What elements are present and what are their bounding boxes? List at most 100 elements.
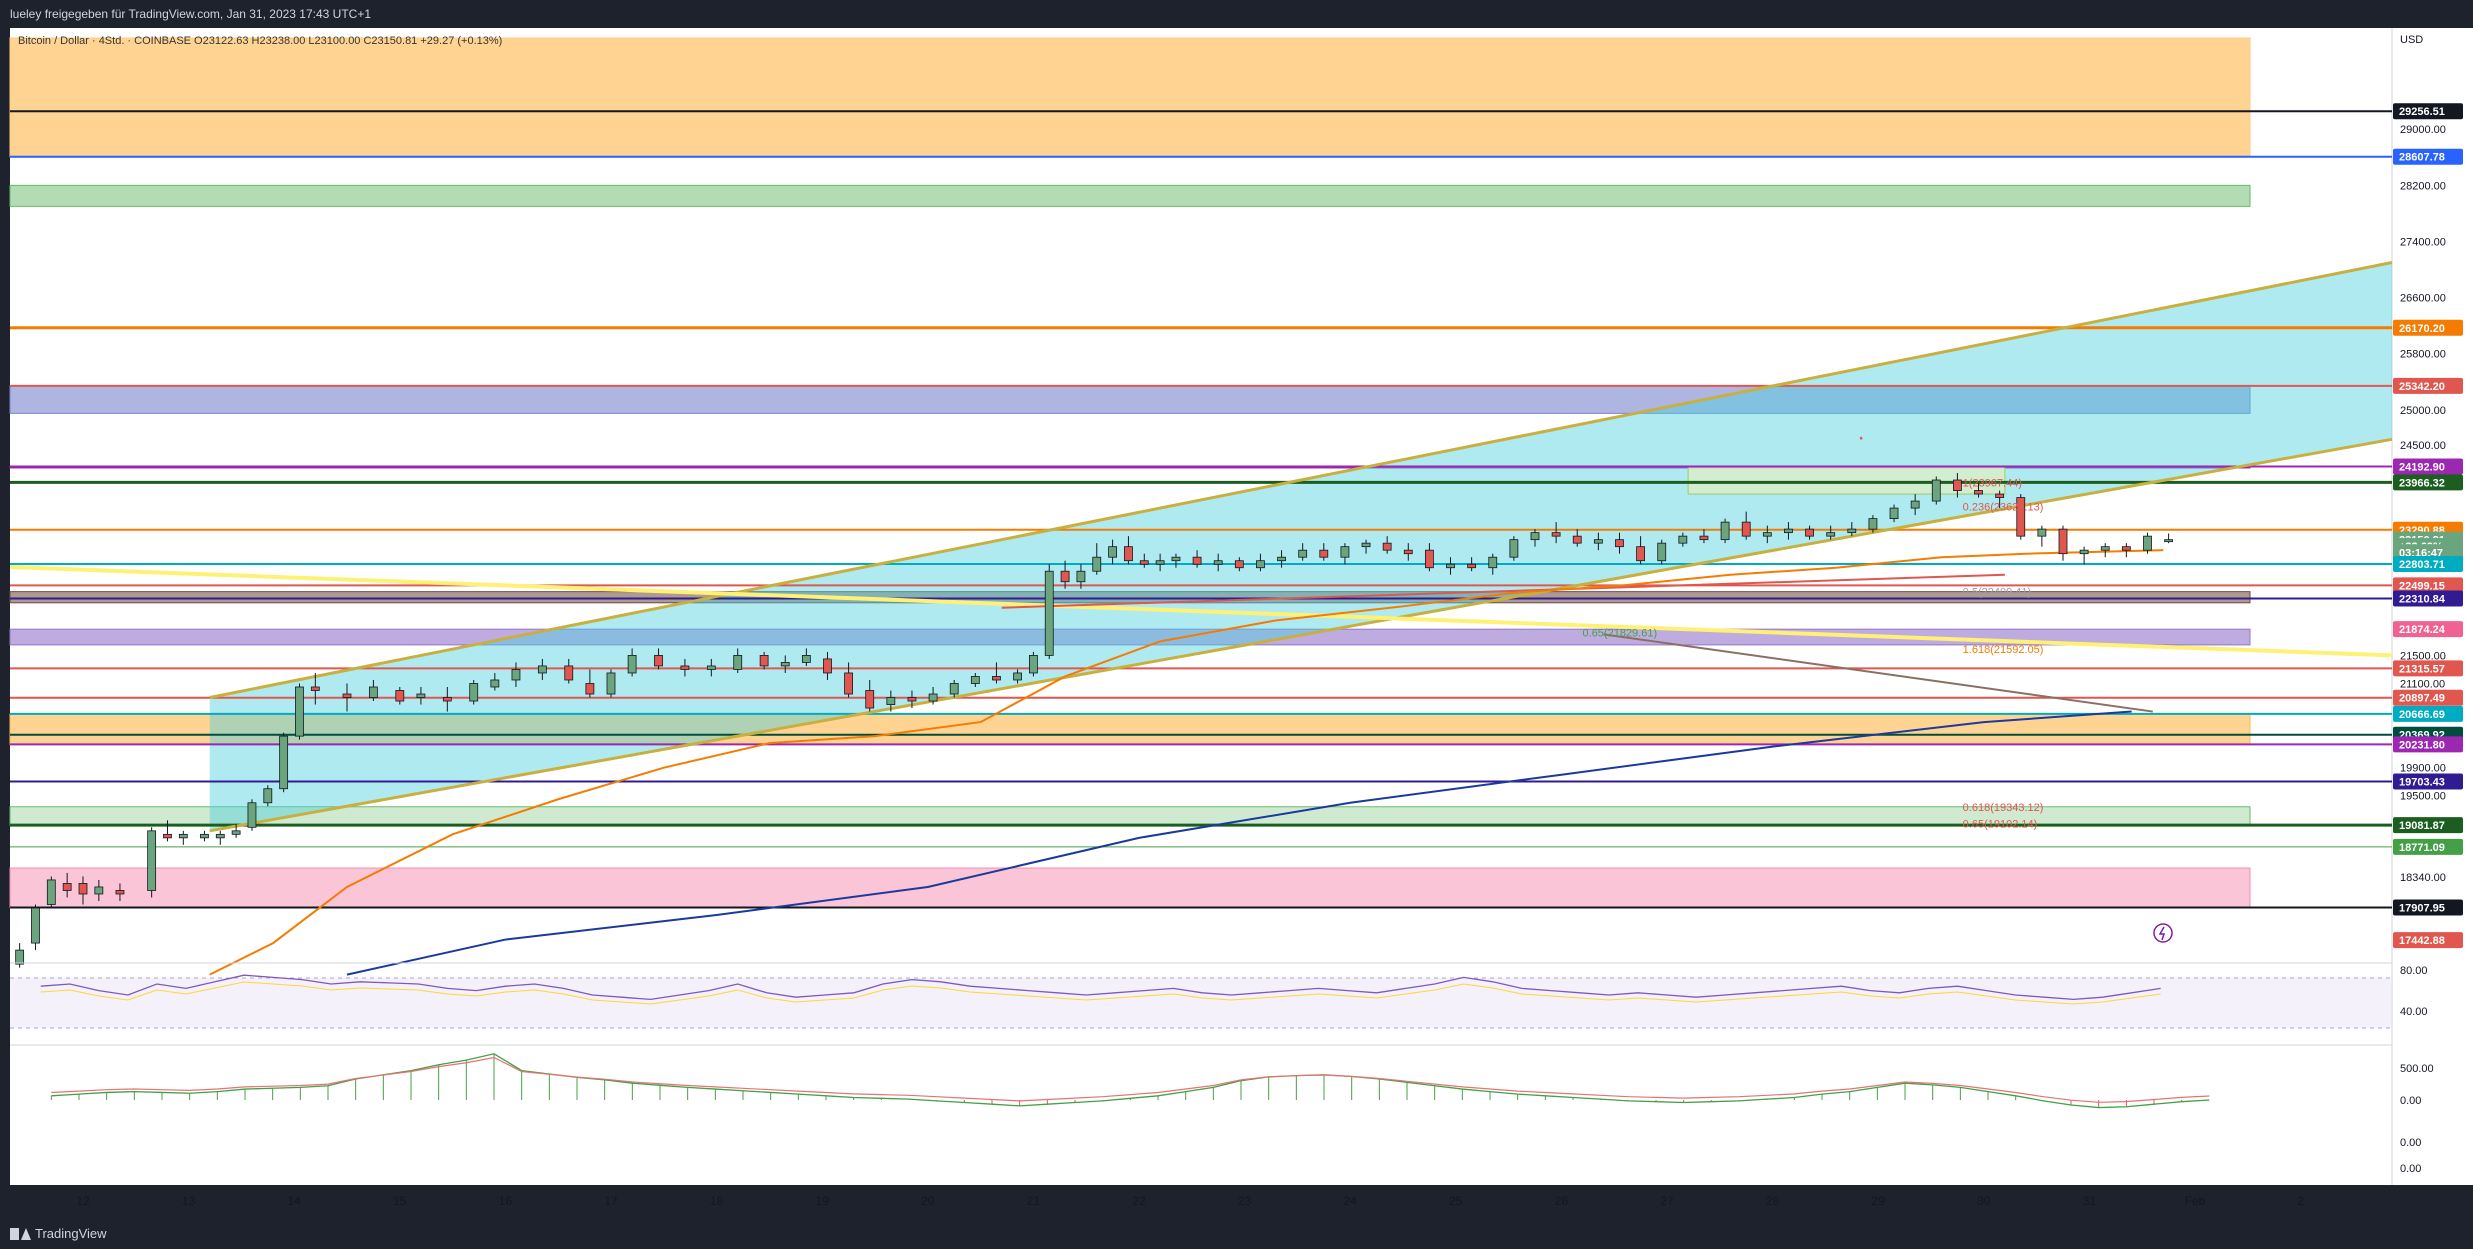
price-chart[interactable]: · 1(23967.44) 0.236(23621.13) 0.5(22409.41… [0,0,2473,1218]
candle-body[interactable] [992,676,1001,681]
candle-body[interactable] [801,655,811,663]
candle-body[interactable] [886,697,896,705]
candle-body[interactable] [1213,560,1223,565]
candle-body[interactable] [469,683,479,702]
candle-body[interactable] [2058,528,2068,555]
candle-body[interactable] [147,830,157,891]
candle-body[interactable] [907,697,917,702]
candle-body[interactable] [627,655,637,674]
candle-body[interactable] [295,686,304,737]
candle-body[interactable] [1319,549,1329,558]
candle-body[interactable] [1155,560,1165,565]
candle-body[interactable] [1013,672,1022,681]
candle-body[interactable] [970,676,980,684]
candle-body[interactable] [564,665,574,681]
candle-body[interactable] [1931,479,1941,502]
candle-body[interactable] [1593,539,1603,544]
candle-body[interactable] [1108,546,1117,558]
candle-body[interactable] [1382,542,1392,551]
candle-body[interactable] [1868,518,1878,530]
candle-body[interactable] [1425,549,1434,569]
candle-body[interactable] [1029,655,1038,674]
candle-body[interactable] [2121,546,2131,551]
candle-body[interactable] [416,693,426,698]
candle-body[interactable] [1298,549,1308,558]
candle-body[interactable] [1139,560,1149,565]
candle-body[interactable] [654,655,663,667]
candle-body[interactable] [1446,563,1455,569]
candle-body[interactable] [1092,556,1102,572]
candle-body[interactable] [94,886,104,895]
candle-body[interactable] [442,697,452,702]
candle-body[interactable] [1060,570,1070,583]
candle-body[interactable] [1615,539,1624,548]
candle-body[interactable] [1171,556,1181,562]
candle-body[interactable] [395,690,405,702]
candle-body[interactable] [490,679,500,688]
candle-body[interactable] [1403,549,1413,555]
candle-body[interactable] [1847,528,1857,534]
candle-body[interactable] [1826,532,1836,537]
candle-body[interactable] [1910,500,1920,509]
candle-body[interactable] [231,830,241,835]
candle-body[interactable] [1974,490,1983,495]
candle-body[interactable] [606,672,616,695]
candle-body[interactable] [1234,560,1244,569]
candle-body[interactable] [759,655,769,667]
candle-body[interactable] [1551,532,1561,537]
candle-body[interactable] [46,879,56,905]
candle-body[interactable] [2143,535,2152,551]
candle-body[interactable] [1741,521,1751,537]
candle-body[interactable] [1192,556,1202,565]
candle-body[interactable] [1044,570,1054,656]
candle-body[interactable] [680,665,690,670]
candle-body[interactable] [2037,528,2047,537]
candle-body[interactable] [1361,542,1371,548]
candle-body[interactable] [780,662,790,667]
candle-body[interactable] [263,788,273,804]
candle-body[interactable] [844,672,853,695]
candle-body[interactable] [1636,546,1645,562]
candle-body[interactable] [342,693,352,698]
candle-body[interactable] [1124,546,1133,562]
candle-body[interactable] [1572,535,1582,544]
candle-body[interactable] [1805,528,1814,537]
candle-body[interactable] [1762,532,1772,537]
candle-body[interactable] [200,833,209,839]
tradingview-logo[interactable]: TradingView [10,1226,107,1241]
candle-body[interactable] [2164,539,2174,543]
candle-body[interactable] [163,833,172,839]
candle-body[interactable] [1530,532,1540,541]
candle-body[interactable] [1953,479,1962,491]
candle-body[interactable] [1076,570,1086,583]
candle-body[interactable] [78,883,88,895]
candle-body[interactable] [1509,539,1519,558]
candle-body[interactable] [1488,556,1498,569]
candle-body[interactable] [1467,563,1477,569]
candle-body[interactable] [537,665,547,674]
candle-body[interactable] [1784,528,1793,534]
candle-body[interactable] [1720,521,1730,541]
candle-body[interactable] [1340,546,1350,558]
candle-body[interactable] [178,833,188,839]
candle-body[interactable] [310,686,320,691]
candle-body[interactable] [1995,493,2005,498]
candle-body[interactable] [2100,546,2110,551]
candle-body[interactable] [1699,535,1709,541]
candle-body[interactable] [1277,556,1286,562]
candle-body[interactable] [949,683,959,695]
candle-body[interactable] [279,735,289,790]
candle-body[interactable] [511,669,521,681]
candle-body[interactable] [62,883,72,891]
candle-body[interactable] [733,655,743,670]
candle-body[interactable] [215,833,225,839]
candle-body[interactable] [1889,507,1899,520]
candle-body[interactable] [1256,560,1265,569]
candle-body[interactable] [865,690,875,709]
candle-body[interactable] [928,693,938,702]
candle-body[interactable] [585,683,595,695]
candle-body[interactable] [368,686,378,698]
candle-body[interactable] [1678,535,1688,544]
candle-body[interactable] [15,949,25,965]
candle-body[interactable] [115,890,125,895]
